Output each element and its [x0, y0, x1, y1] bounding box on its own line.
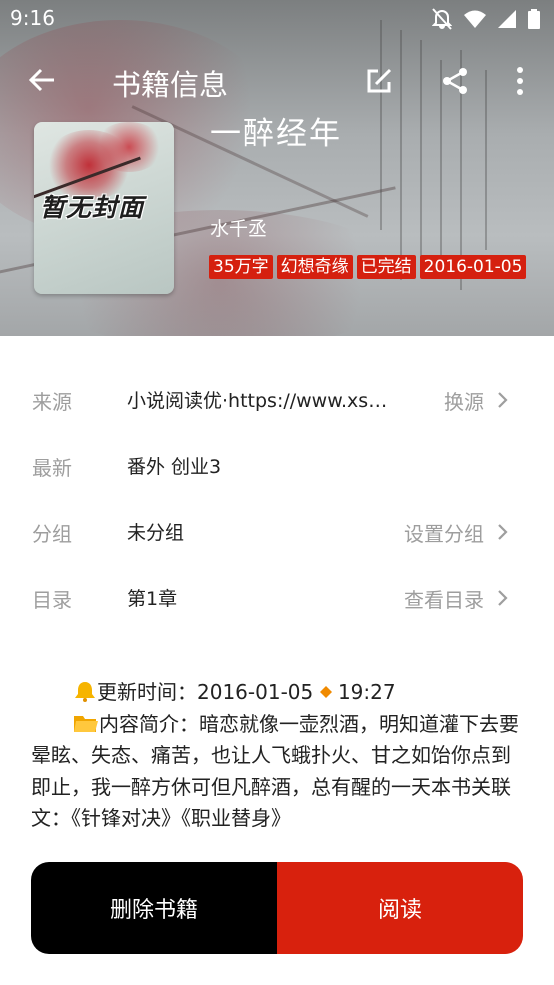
source-value: 小说阅读优·https://www.xs…	[127, 390, 388, 412]
source-row[interactable]: 来源 小说阅读优·https://www.xs… 换源	[0, 380, 554, 420]
chevron-right-icon	[498, 392, 508, 408]
toolbar: 书籍信息	[0, 52, 554, 108]
toc-value: 第1章	[127, 588, 178, 610]
book-tags: 35万字 幻想奇缘 已完结 2016-01-05	[209, 255, 527, 279]
tag-word-count: 35万字	[209, 255, 273, 279]
group-row[interactable]: 分组 未分组 设置分组	[0, 512, 554, 552]
share-icon[interactable]	[440, 66, 470, 96]
bell-icon	[75, 682, 95, 702]
back-arrow-icon[interactable]	[26, 64, 58, 96]
book-author: 水千丞	[210, 218, 268, 240]
page-title: 书籍信息	[112, 68, 229, 102]
group-value: 未分组	[127, 522, 185, 544]
change-source-button[interactable]: 换源	[444, 386, 484, 415]
chevron-right-icon	[498, 590, 508, 606]
more-options-icon[interactable]	[506, 66, 534, 96]
chevron-right-icon	[498, 524, 508, 540]
action-buttons: 删除书籍 阅读	[31, 862, 523, 954]
tag-category: 幻想奇缘	[276, 255, 353, 279]
book-cover[interactable]: 暂无封面	[34, 122, 174, 294]
status-bar: 9:16	[0, 0, 554, 38]
source-label: 来源	[32, 390, 72, 414]
cover-placeholder-text: 暂无封面	[40, 193, 145, 222]
update-time-value: 19:27	[337, 680, 396, 704]
set-group-button[interactable]: 设置分组	[404, 518, 484, 547]
book-name: 一醉经年	[210, 116, 342, 152]
delete-book-button[interactable]: 删除书籍	[31, 862, 277, 954]
view-toc-button[interactable]: 查看目录	[404, 584, 484, 613]
signal-icon	[498, 10, 516, 28]
latest-row: 最新 番外 创业3	[0, 446, 554, 486]
wifi-icon	[464, 10, 486, 28]
update-time-label: 更新时间：2016-01-05	[97, 680, 314, 704]
group-label: 分组	[32, 522, 72, 546]
notifications-off-icon	[432, 8, 452, 30]
toc-label: 目录	[32, 588, 72, 612]
battery-icon	[528, 9, 540, 29]
edit-icon[interactable]	[364, 66, 394, 96]
book-description: 更新时间：2016-01-05 19:27 内容简介：暗恋就像一壶烈酒，明知道灌…	[31, 677, 527, 835]
diamond-icon	[319, 686, 332, 698]
folder-icon	[74, 715, 98, 732]
status-time: 9:16	[10, 6, 55, 30]
latest-label: 最新	[32, 456, 72, 480]
toc-row[interactable]: 目录 第1章 查看目录	[0, 578, 554, 618]
tag-status: 已完结	[356, 255, 416, 279]
latest-value: 番外 创业3	[127, 456, 222, 478]
intro-text: 内容简介：暗恋就像一壶烈酒，明知道灌下去要晕眩、失态、痛苦，也让人飞蛾扑火、甘之…	[31, 711, 519, 831]
tag-date: 2016-01-05	[419, 255, 527, 279]
read-button[interactable]: 阅读	[277, 862, 523, 954]
